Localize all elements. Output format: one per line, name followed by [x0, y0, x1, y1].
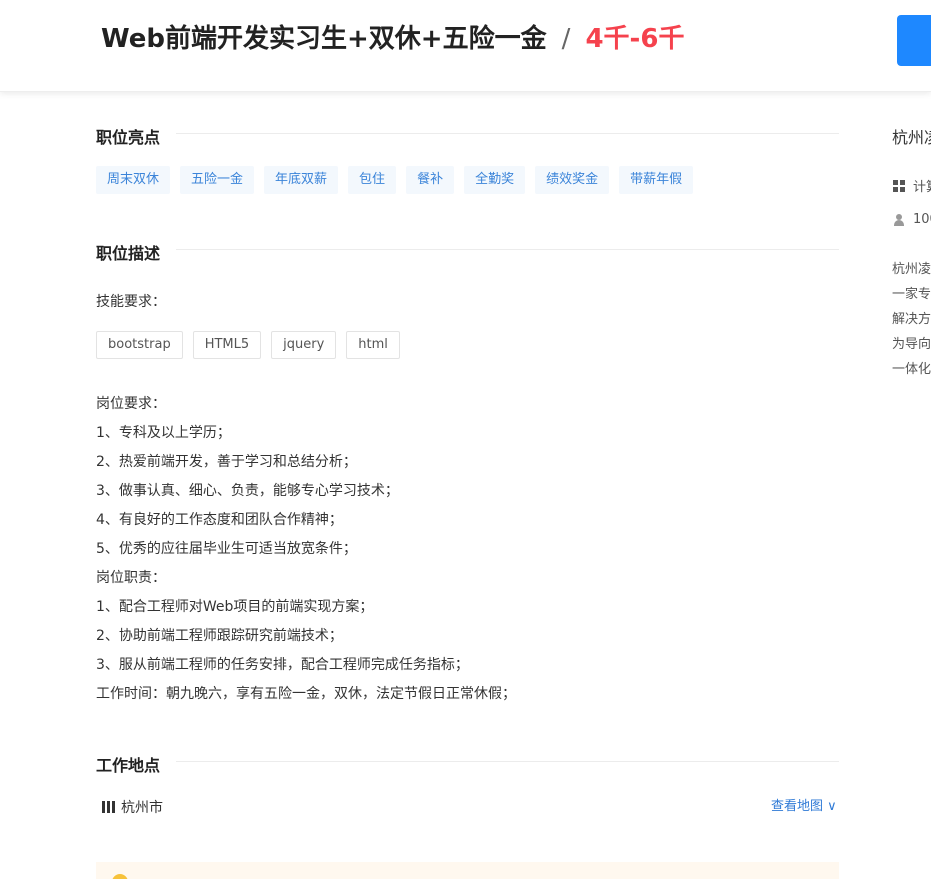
highlights-title: 职位亮点 — [96, 124, 173, 148]
highlight-tags: 周末双休 五险一金 年底双薪 包住 餐补 全勤奖 绩效奖金 带薪年假 — [96, 166, 694, 194]
view-map-link[interactable]: 查看地图 ∨ — [771, 795, 837, 814]
skill-tag: html — [346, 331, 400, 359]
intro-line: 一家专 — [892, 287, 931, 302]
section-divider — [176, 249, 839, 250]
description-line: 3、做事认真、细心、负责，能够专心学习技术； — [96, 483, 399, 499]
company-name[interactable]: 杭州凌 — [892, 124, 931, 148]
safety-notice-bar — [96, 862, 839, 879]
industry-text: 计算 — [913, 180, 931, 195]
description-line: 4、有良好的工作态度和团队合作精神； — [96, 512, 343, 528]
description-line: 1、配合工程师对Web项目的前端实现方案； — [96, 599, 374, 615]
industry-grid-icon — [893, 179, 905, 192]
job-description-text: 岗位要求： 1、专科及以上学历； 2、热爱前端开发，善于学习和总结分析； 3、做… — [96, 390, 516, 709]
section-divider — [176, 761, 839, 762]
job-name: Web前端开发实习生+双休+五险一金 — [101, 24, 547, 54]
highlight-tag: 五险一金 — [180, 166, 255, 194]
location-row: 杭州市 — [102, 797, 163, 817]
skill-tag: bootstrap — [96, 331, 183, 359]
salary-range: 4千-6千 — [585, 24, 685, 54]
description-line: 1、专科及以上学历； — [96, 425, 231, 441]
company-size: 100 — [893, 212, 931, 227]
warning-icon — [112, 874, 128, 879]
job-header: Web前端开发实习生+双休+五险一金 / 4千-6千 — [0, 0, 931, 92]
intro-line: 解决方 — [892, 312, 931, 327]
description-line: 2、热爱前端开发，善于学习和总结分析； — [96, 454, 357, 470]
section-divider — [176, 133, 839, 134]
apply-button[interactable] — [897, 15, 931, 66]
description-title: 职位描述 — [96, 240, 173, 264]
description-line: 2、协助前端工程师跟踪研究前端技术； — [96, 628, 343, 644]
highlight-tag: 周末双休 — [96, 166, 171, 194]
location-section-header: 工作地点 — [96, 752, 839, 776]
location-city: 杭州市 — [121, 800, 163, 816]
size-text: 100 — [913, 212, 931, 227]
skill-tags: bootstrap HTML5 jquery html — [96, 331, 400, 359]
company-industry: 计算 — [893, 176, 931, 195]
highlight-tag: 全勤奖 — [464, 166, 526, 194]
location-bars-icon — [102, 801, 115, 813]
highlight-tag: 餐补 — [406, 166, 455, 194]
highlights-section-header: 职位亮点 — [96, 124, 839, 148]
highlight-tag: 年底双薪 — [264, 166, 339, 194]
person-icon — [893, 213, 905, 226]
title-separator: / — [561, 24, 571, 54]
highlight-tag: 包住 — [348, 166, 397, 194]
description-section-header: 职位描述 — [96, 240, 839, 264]
description-line: 岗位职责： — [96, 570, 166, 586]
skill-tag: jquery — [271, 331, 337, 359]
description-line: 岗位要求： — [96, 396, 166, 412]
highlight-tag: 带薪年假 — [619, 166, 694, 194]
skill-label: 技能要求： — [96, 294, 166, 310]
location-title: 工作地点 — [96, 752, 173, 776]
description-line: 工作时间：朝九晚六，享有五险一金，双休，法定节假日正常休假； — [96, 686, 516, 702]
highlight-tag: 绩效奖金 — [535, 166, 610, 194]
description-line: 3、服从前端工程师的任务安排，配合工程师完成任务指标； — [96, 657, 469, 673]
skill-tag: HTML5 — [192, 331, 262, 359]
description-line: 5、优秀的应往届毕业生可适当放宽条件； — [96, 541, 357, 557]
intro-line: 杭州凌 — [892, 262, 931, 277]
intro-line: 为导向 — [892, 337, 931, 352]
company-intro: 杭州凌 一家专 解决方 为导向 一体化 — [892, 257, 931, 382]
job-title: Web前端开发实习生+双休+五险一金 / 4千-6千 — [101, 18, 684, 55]
intro-line: 一体化 — [892, 362, 931, 377]
